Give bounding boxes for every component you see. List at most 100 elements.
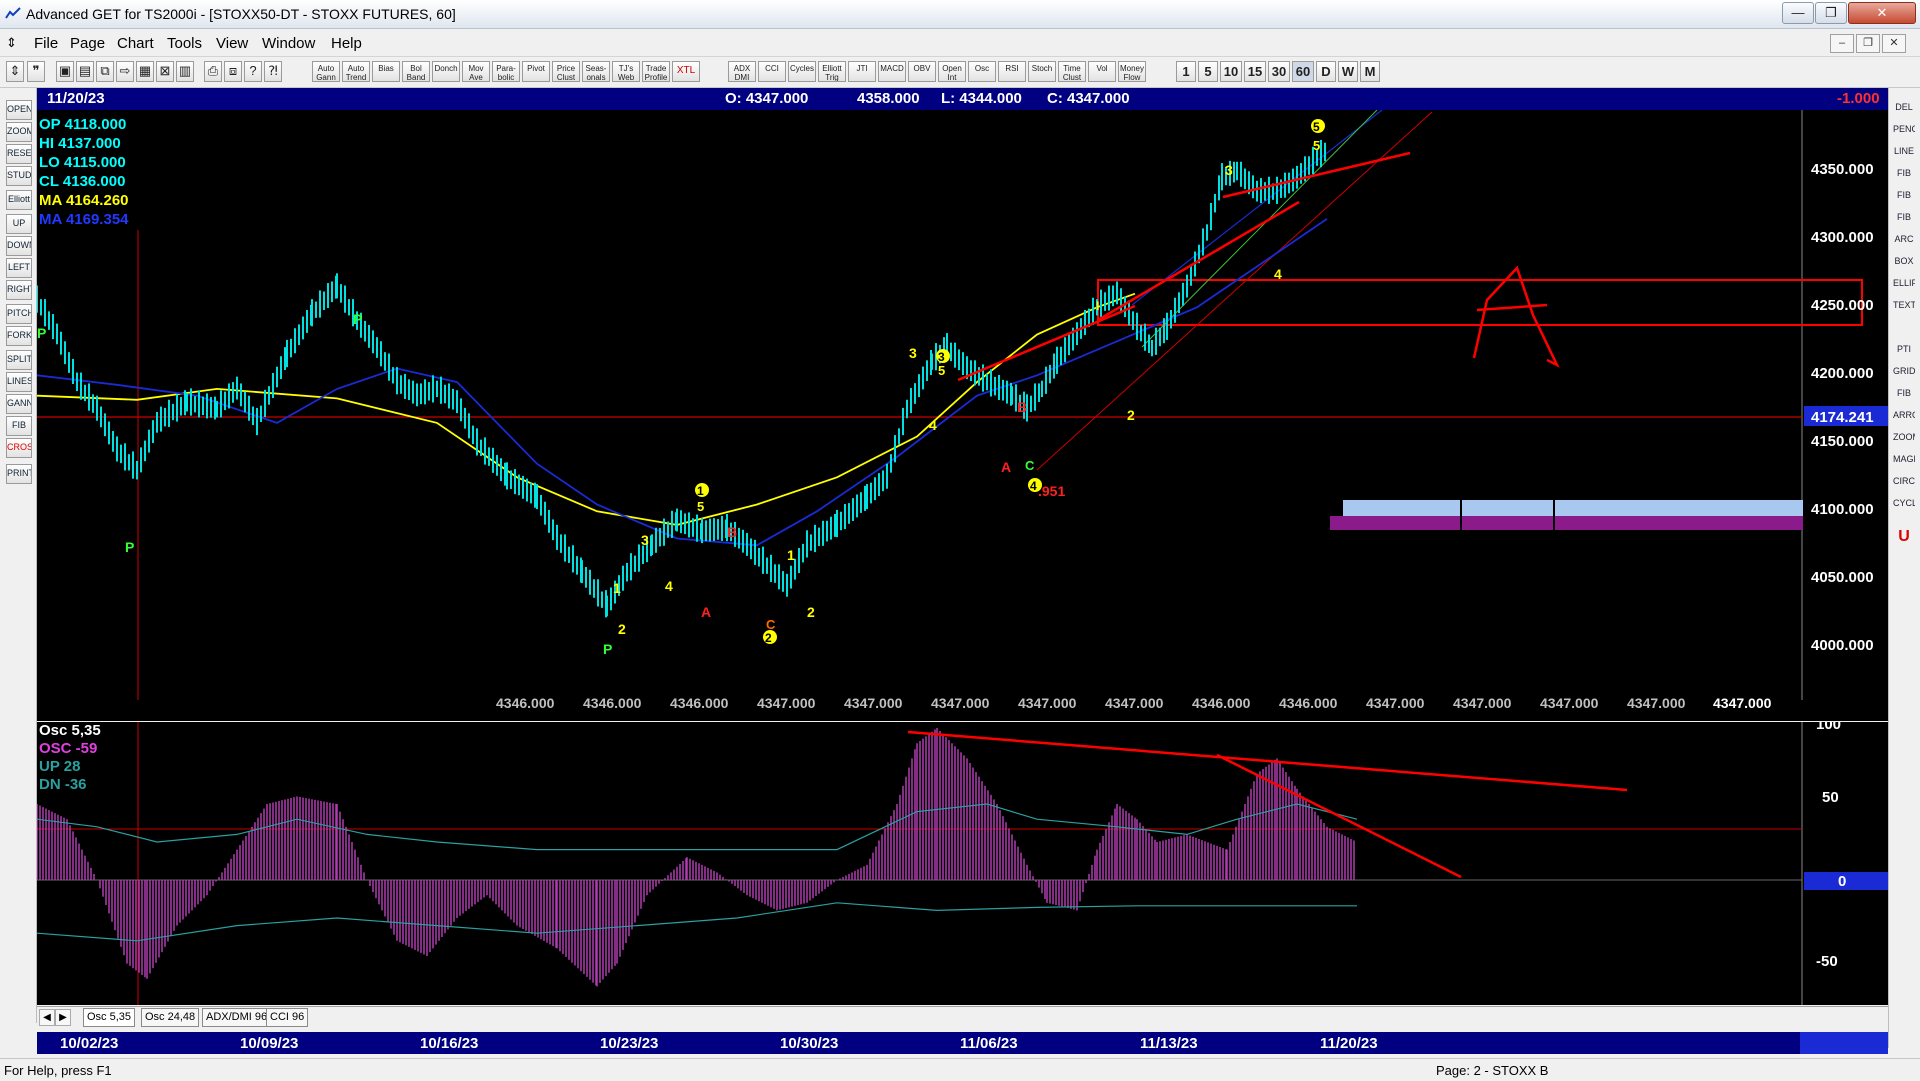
document-icon[interactable]: ⇕	[6, 35, 17, 51]
money-flow-button[interactable]: Money Flow	[1118, 61, 1146, 82]
fork-tool-icon[interactable]: FORK	[6, 326, 32, 346]
pencil-icon[interactable]: PENCIL	[1893, 120, 1915, 138]
timeframe-30-button[interactable]: 30	[1268, 61, 1290, 82]
menu-window[interactable]: Window	[262, 35, 315, 52]
close-button[interactable]: ✕	[1848, 2, 1916, 24]
parabolic-button[interactable]: Para-bolic	[492, 61, 520, 82]
cci-button[interactable]: CCI	[758, 61, 786, 82]
lines-tool-icon[interactable]: LINES	[6, 372, 32, 392]
fib-grid-icon[interactable]: FIB	[1893, 384, 1915, 402]
right-arrow-icon[interactable]: RIGHT	[6, 280, 32, 300]
left-arrow-icon[interactable]: LEFT	[6, 258, 32, 278]
tab-osc-24-48[interactable]: Osc 24,48	[141, 1008, 200, 1027]
tjs-web-button[interactable]: TJ's Web	[612, 61, 640, 82]
study-tool-icon[interactable]: STUDY	[6, 166, 32, 186]
timeframe-60-button[interactable]: 60	[1292, 61, 1314, 82]
mdi-restore-button[interactable]: ❐	[1856, 34, 1880, 53]
quote-icon[interactable]: ❞	[27, 61, 45, 82]
split-tool-icon[interactable]: SPLIT	[6, 350, 32, 370]
context-help-icon[interactable]: ⁈	[264, 61, 282, 82]
open-tool-icon[interactable]: OPEN	[6, 100, 32, 120]
grid-tool-icon[interactable]: GRID	[1893, 362, 1915, 380]
up-arrow-icon[interactable]: UP	[6, 214, 32, 234]
timeframe-1-button[interactable]: 1	[1176, 61, 1196, 82]
price-chart-svg[interactable]: P P P P 1 2 3 4 1 5 B A C 2 1 2 3 3 5 4 …	[37, 110, 1888, 721]
forward-icon[interactable]: ⇨	[116, 61, 134, 82]
jti-button[interactable]: JTI	[848, 61, 876, 82]
tab-osc-5-35[interactable]: Osc 5,35	[83, 1008, 136, 1027]
donch-button[interactable]: Donch	[432, 61, 460, 82]
zoom-tool-icon[interactable]: ZOOM	[1893, 428, 1915, 446]
rsi-button[interactable]: RSI	[998, 61, 1026, 82]
elliott-trig-button[interactable]: Elliott Trig	[818, 61, 846, 82]
oscillator-panel[interactable]: 100 50 0 -50 Osc 5,35 OSC -59 UP 28 DN -…	[37, 722, 1888, 1005]
trade-profile-button[interactable]: Trade Profile	[642, 61, 670, 82]
obv-button[interactable]: OBV	[908, 61, 936, 82]
maximize-button[interactable]: ❐	[1815, 2, 1847, 24]
tab-scroll-right-icon[interactable]: ▶	[55, 1009, 71, 1026]
print-icon[interactable]: ⎙	[204, 61, 222, 82]
fib-tool-icon[interactable]: FIB	[6, 416, 32, 436]
reset-tool-icon[interactable]: RESET	[6, 144, 32, 164]
crosshair-icon[interactable]: CROSS	[6, 438, 32, 458]
open-int-button[interactable]: Open Int	[938, 61, 966, 82]
help-icon[interactable]: ?	[244, 61, 262, 82]
layout-icon[interactable]: ▦	[136, 61, 154, 82]
mdi-minimize-button[interactable]: –	[1830, 34, 1854, 53]
time-clust-button[interactable]: Time Clust	[1058, 61, 1086, 82]
auto-trend-button[interactable]: Auto Trend	[342, 61, 370, 82]
delete-icon[interactable]: ⊠	[156, 61, 174, 82]
arrow-tool-icon[interactable]: ARROW	[1893, 406, 1915, 424]
macd-button[interactable]: MACD	[878, 61, 906, 82]
arc-tool-icon[interactable]: ARC	[1893, 230, 1915, 248]
stoch-button[interactable]: Stoch	[1028, 61, 1056, 82]
circle-tool-icon[interactable]: CIRCLE	[1893, 472, 1915, 490]
timeframe-10-button[interactable]: 10	[1220, 61, 1242, 82]
delete-drawing-icon[interactable]: DEL	[1893, 98, 1915, 116]
link-icon[interactable]: ⧉	[96, 61, 114, 82]
osc-button[interactable]: Osc	[968, 61, 996, 82]
xtl-button[interactable]: XTL	[672, 61, 700, 82]
fib-retracement-icon[interactable]: FIB RET	[1893, 164, 1915, 182]
menu-chart[interactable]: Chart	[117, 35, 154, 52]
zoom-tool-icon[interactable]: ZOOM	[6, 122, 32, 142]
fib-extension-icon[interactable]: FIB EXT	[1893, 186, 1915, 204]
copy-icon[interactable]: ⧈	[224, 61, 242, 82]
vol-button[interactable]: Vol	[1088, 61, 1116, 82]
minimize-button[interactable]: —	[1782, 2, 1814, 24]
tab-cci-96[interactable]: CCI 96	[266, 1008, 309, 1027]
menu-tools[interactable]: Tools	[167, 35, 202, 52]
print-tool-icon[interactable]: PRINT	[6, 464, 32, 484]
menu-help[interactable]: Help	[331, 35, 362, 52]
price-chart-panel[interactable]: 11/20/23 O: 4347.000 4358.000 L: 4344.00…	[37, 88, 1888, 721]
cycles-button[interactable]: Cycles	[788, 61, 816, 82]
adx-dmi-button[interactable]: ADX DMI	[728, 61, 756, 82]
pti-tool-icon[interactable]: PTI	[1893, 340, 1915, 358]
timeframe-daily-button[interactable]: D	[1316, 61, 1336, 82]
grid-icon[interactable]: ▥	[176, 61, 194, 82]
timeframe-15-button[interactable]: 15	[1244, 61, 1266, 82]
gann-tool-icon[interactable]: GANN	[6, 394, 32, 414]
magnet-tool-icon[interactable]: MAGNET	[1893, 450, 1915, 468]
pivot-button[interactable]: Pivot	[522, 61, 550, 82]
oscillator-svg[interactable]: 100 50 0 -50	[37, 722, 1888, 1005]
tab-scroll-left-icon[interactable]: ◀	[39, 1009, 55, 1026]
menu-view[interactable]: View	[216, 35, 248, 52]
mdi-close-button[interactable]: ✕	[1882, 34, 1906, 53]
cycle-tool-icon[interactable]: CYCLE	[1893, 494, 1915, 512]
timeframe-weekly-button[interactable]: W	[1338, 61, 1358, 82]
text-tool-icon[interactable]: TEXT	[1893, 296, 1915, 314]
auto-gann-button[interactable]: Auto Gann	[312, 61, 340, 82]
u-tool-icon[interactable]: U	[1893, 528, 1915, 546]
line-tool-icon[interactable]: LINE	[1893, 142, 1915, 160]
box-tool-icon[interactable]: BOX	[1893, 252, 1915, 270]
timeframe-5-button[interactable]: 5	[1198, 61, 1218, 82]
open-chart-icon[interactable]: ▤	[76, 61, 94, 82]
tab-adx-dmi-96[interactable]: ADX/DMI 96	[202, 1008, 272, 1027]
timeframe-monthly-button[interactable]: M	[1360, 61, 1380, 82]
pitchfork-tool-icon[interactable]: PITCH	[6, 304, 32, 324]
elliott-tool-icon[interactable]: Elliott	[6, 190, 32, 210]
seasonals-button[interactable]: Seas-onals	[582, 61, 610, 82]
new-chart-icon[interactable]: ▣	[56, 61, 74, 82]
down-arrow-icon[interactable]: DOWN	[6, 236, 32, 256]
